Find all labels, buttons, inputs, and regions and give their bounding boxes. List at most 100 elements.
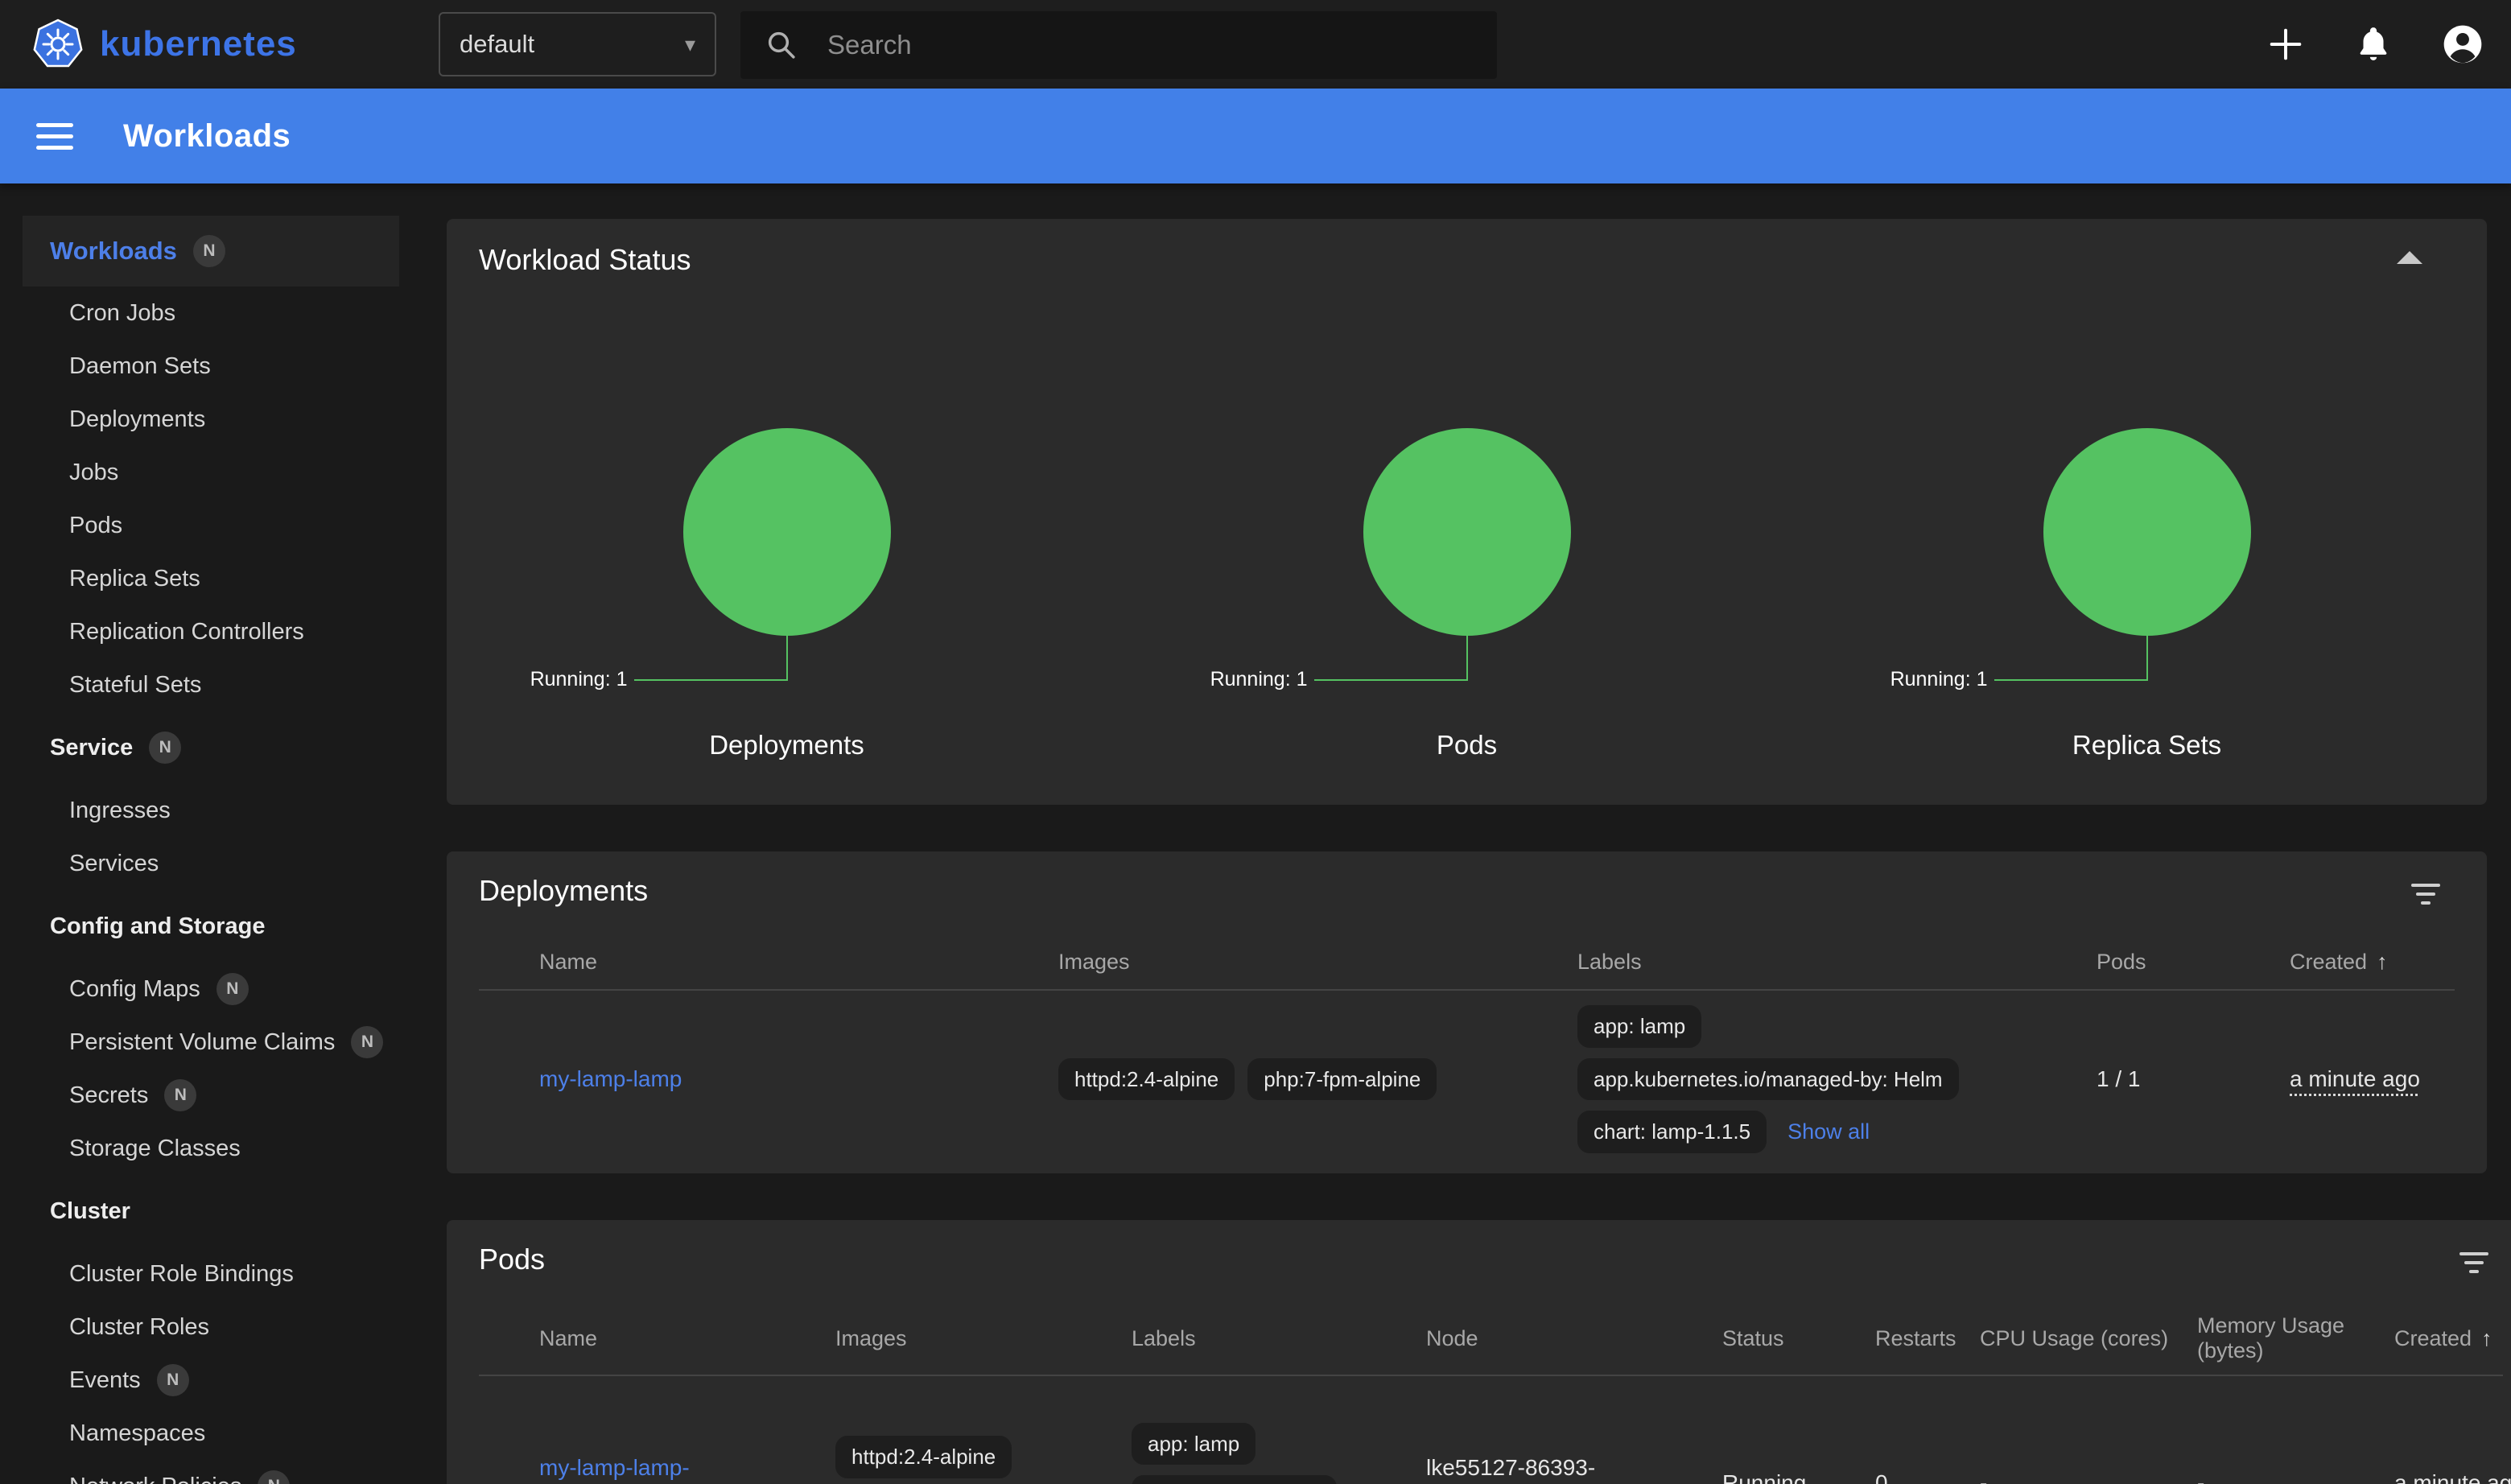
column-header-created[interactable]: Created ↑ (2394, 1326, 2509, 1351)
main-content: Workload Status Running: 1 Deployments (412, 183, 2511, 1484)
pod-status: Running (1722, 1470, 1875, 1484)
sidebar-item-workloads[interactable]: Workloads N (23, 216, 399, 286)
filter-icon[interactable] (2459, 1252, 2488, 1273)
pod-name-link[interactable]: my-lamp-lamp-5fd985cf68-jwvz4 (539, 1455, 715, 1484)
logo-text: kubernetes (100, 24, 297, 64)
notifications-button[interactable] (2353, 24, 2393, 64)
pods-table-header: Name Images Labels Node Status Restarts … (479, 1313, 2503, 1376)
chevron-down-icon: ▾ (685, 32, 695, 57)
plus-icon (2265, 23, 2307, 65)
kubernetes-logo[interactable]: kubernetes (32, 18, 297, 71)
sidebar-item-storage-classes[interactable]: Storage Classes (0, 1122, 412, 1175)
kubernetes-dashboard: kubernetes default ▾ (0, 0, 2511, 1484)
namespaced-badge: N (258, 1470, 290, 1484)
sidebar-item-network-policies[interactable]: Network Policies N (0, 1460, 412, 1484)
sidebar-item-ingresses[interactable]: Ingresses (0, 784, 412, 837)
sidebar-item-config-maps[interactable]: Config Maps N (0, 963, 412, 1016)
sidebar-item-deployments[interactable]: Deployments (0, 393, 412, 446)
pie-running (1363, 428, 1571, 636)
label-chip: app: lamp (1577, 1005, 1701, 1048)
sidebar-item-persistent-volume-claims[interactable]: Persistent Volume Claims N (0, 1016, 412, 1069)
pod-cpu-usage: - (1980, 1470, 2197, 1484)
sidebar-item-services[interactable]: Services (0, 837, 412, 890)
collapse-icon[interactable] (2397, 251, 2422, 264)
create-resource-button[interactable] (2265, 23, 2307, 65)
deployments-pie-chart: Running: 1 Deployments (447, 428, 1127, 774)
column-header-labels: Labels (1132, 1326, 1426, 1351)
kubernetes-logo-icon (32, 18, 84, 71)
image-chip: httpd:2.4-alpine (835, 1436, 1012, 1478)
chart-title: Deployments (447, 730, 1127, 761)
search-bar[interactable] (740, 11, 1497, 79)
sort-ascending-icon: ↑ (2377, 950, 2388, 975)
chart-title: Pods (1127, 730, 1807, 761)
column-header-name[interactable]: Name (539, 950, 1058, 975)
chart-title: Replica Sets (1807, 730, 2487, 761)
pie-running (683, 428, 891, 636)
sidebar-item-replication-controllers[interactable]: Replication Controllers (0, 605, 412, 658)
namespaced-badge: N (216, 973, 249, 1005)
sidebar-item-events[interactable]: Events N (0, 1354, 412, 1407)
header-actions (2265, 0, 2511, 89)
pods-ratio: 1 / 1 (2097, 1066, 2290, 1092)
pie-legend: Running: 1 (1210, 668, 1308, 691)
sidebar-item-jobs[interactable]: Jobs (0, 446, 412, 499)
column-header-status: Status (1722, 1326, 1875, 1351)
column-header-memory-usage: Memory Usage (bytes) (2197, 1313, 2394, 1363)
sidebar-item-cluster-roles[interactable]: Cluster Roles (0, 1301, 412, 1354)
sidebar-item-cron-jobs[interactable]: Cron Jobs (0, 286, 412, 340)
search-input[interactable] (827, 30, 1473, 60)
sidebar-item-namespaces[interactable]: Namespaces (0, 1407, 412, 1460)
column-header-images: Images (1058, 950, 1577, 975)
deployments-table-header: Name Images Labels Pods Created ↑ (479, 950, 2455, 991)
namespaced-badge: N (193, 235, 225, 267)
label-chip: pod-template-hash: 5fd985cf68 (1132, 1475, 1337, 1484)
namespaced-badge: N (157, 1364, 189, 1396)
sort-ascending-icon: ↑ (2481, 1326, 2492, 1351)
column-header-name[interactable]: Name (539, 1326, 835, 1351)
replica-sets-pie-chart: Running: 1 Replica Sets (1807, 428, 2487, 774)
namespaced-badge: N (149, 732, 181, 764)
namespace-value: default (460, 30, 534, 59)
pod-restarts: 0 (1875, 1470, 1980, 1484)
image-chip: httpd:2.4-alpine (1058, 1058, 1235, 1101)
show-all-labels-link[interactable]: Show all (1787, 1119, 1870, 1144)
pods-card: Pods Name Images Labels Node Status Rest… (447, 1220, 2511, 1484)
account-button[interactable] (2440, 22, 2485, 67)
column-header-cpu-usage: CPU Usage (cores) (1980, 1326, 2197, 1351)
label-chip: app: lamp (1132, 1423, 1256, 1465)
namespaced-badge: N (351, 1026, 383, 1058)
sidebar-item-stateful-sets[interactable]: Stateful Sets (0, 658, 412, 711)
deployment-row: my-lamp-lamp httpd:2.4-alpine php:7-fpm-… (479, 991, 2455, 1168)
sidebar-item-daemon-sets[interactable]: Daemon Sets (0, 340, 412, 393)
filter-icon[interactable] (2411, 884, 2440, 905)
pie-legend: Running: 1 (1890, 668, 1988, 691)
workload-status-charts: Running: 1 Deployments Running: 1 Pods (447, 428, 2487, 774)
column-header-restarts: Restarts (1875, 1326, 1980, 1351)
image-chip: php:7-fpm-alpine (1247, 1058, 1437, 1101)
pie-legend: Running: 1 (530, 668, 628, 691)
sidebar-section-cluster: Cluster (0, 1185, 412, 1238)
column-header-images: Images (835, 1326, 1132, 1351)
account-circle-icon (2440, 22, 2485, 67)
namespace-selector[interactable]: default ▾ (439, 12, 716, 76)
sidebar-item-replica-sets[interactable]: Replica Sets (0, 552, 412, 605)
sidebar-item-pods[interactable]: Pods (0, 499, 412, 552)
pod-memory-usage: - (2197, 1470, 2394, 1484)
sidebar-item-cluster-role-bindings[interactable]: Cluster Role Bindings (0, 1247, 412, 1301)
pods-pie-chart: Running: 1 Pods (1127, 428, 1807, 774)
sidebar-section-config-and-storage: Config and Storage (0, 900, 412, 953)
sidebar-section-service[interactable]: Service N (0, 721, 412, 774)
column-header-pods: Pods (2097, 950, 2290, 975)
deployment-name-link[interactable]: my-lamp-lamp (539, 1066, 682, 1091)
column-header-labels: Labels (1577, 950, 2097, 975)
page-title: Workloads (123, 118, 291, 155)
label-chip: app.kubernetes.io/managed-by: Helm (1577, 1058, 1959, 1101)
column-header-created[interactable]: Created ↑ (2290, 950, 2455, 975)
pods-title: Pods (479, 1220, 2503, 1276)
search-icon (765, 28, 798, 62)
sidebar-item-secrets[interactable]: Secrets N (0, 1069, 412, 1122)
app-bar: Workloads (0, 89, 2511, 183)
sidebar: Workloads N Cron Jobs Daemon Sets Deploy… (0, 183, 412, 1484)
menu-icon[interactable] (36, 123, 73, 150)
